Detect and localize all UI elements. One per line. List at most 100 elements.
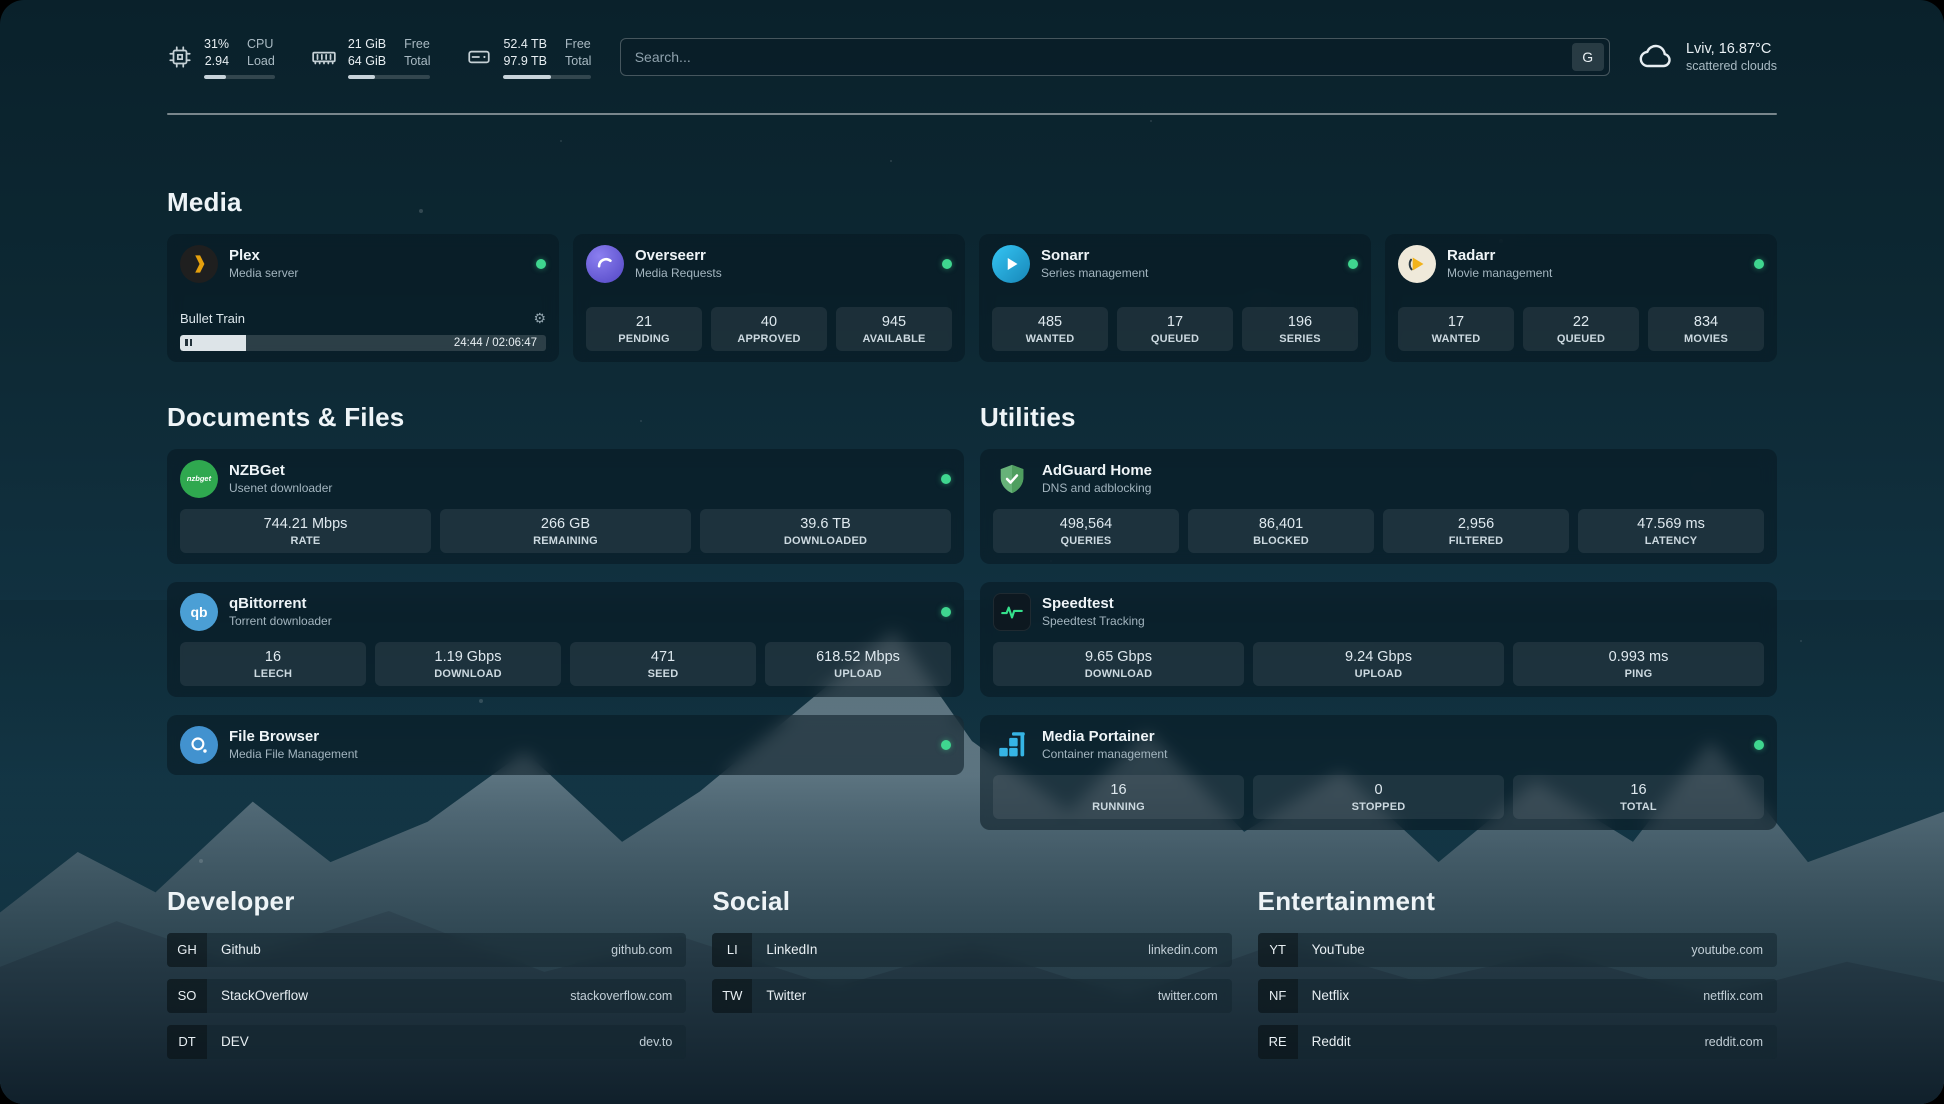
service-name: AdGuard Home: [1042, 462, 1764, 479]
memory-icon: [311, 44, 337, 70]
stat-box: 17QUEUED: [1117, 307, 1233, 351]
cpu-usage-label: CPU: [247, 36, 275, 52]
stat-label: DOWNLOAD: [379, 668, 557, 680]
filebrowser-card[interactable]: File Browser Media File Management: [167, 715, 964, 775]
status-dot: [1348, 259, 1358, 269]
overseerr-card[interactable]: Overseerr Media Requests 21PENDING 40APP…: [573, 234, 965, 362]
stat-label: APPROVED: [715, 333, 823, 345]
stat-box: 744.21 MbpsRATE: [180, 509, 431, 553]
bookmark-dev[interactable]: DT DEV dev.to: [167, 1025, 686, 1059]
service-name: NZBGet: [229, 462, 930, 479]
bookmark-abbr: SO: [167, 979, 207, 1013]
bookmark-netflix[interactable]: NF Netflix netflix.com: [1258, 979, 1777, 1013]
bookmark-stackoverflow[interactable]: SO StackOverflow stackoverflow.com: [167, 979, 686, 1013]
stat-box: 196SERIES: [1242, 307, 1358, 351]
header-divider: [167, 113, 1777, 115]
stat-value: 0.993 ms: [1517, 649, 1760, 665]
stat-label: UPLOAD: [769, 668, 947, 680]
stat-box: 266 GBREMAINING: [440, 509, 691, 553]
stat-label: TOTAL: [1517, 801, 1760, 813]
bookmark-reddit[interactable]: RE Reddit reddit.com: [1258, 1025, 1777, 1059]
stat-value: 21: [590, 314, 698, 330]
stat-value: 0: [1257, 782, 1500, 798]
weather-location: Lviv, 16.87°C: [1686, 41, 1777, 57]
media-section-title: Media: [167, 187, 1777, 218]
stat-label: BLOCKED: [1192, 535, 1370, 547]
bookmark-abbr: LI: [712, 933, 752, 967]
sonarr-card[interactable]: Sonarr Series management 485WANTED 17QUE…: [979, 234, 1371, 362]
bookmark-twitter[interactable]: TW Twitter twitter.com: [712, 979, 1231, 1013]
stats-row: 16LEECH 1.19 GbpsDOWNLOAD 471SEED 618.52…: [180, 642, 951, 686]
adguard-card[interactable]: AdGuard Home DNS and adblocking 498,564Q…: [980, 449, 1777, 564]
stat-value: 196: [1246, 314, 1354, 330]
qbittorrent-card[interactable]: qb qBittorrent Torrent downloader 16LEEC…: [167, 582, 964, 697]
bookmark-url: dev.to: [639, 1035, 686, 1049]
bookmark-name: YouTube: [1298, 942, 1692, 957]
weather-widget: Lviv, 16.87°C scattered clouds: [1638, 39, 1777, 75]
stat-label: PING: [1517, 668, 1760, 680]
stat-value: 1.19 Gbps: [379, 649, 557, 665]
stat-value: 9.24 Gbps: [1257, 649, 1500, 665]
portainer-card[interactable]: Media Portainer Container management 16R…: [980, 715, 1777, 830]
stat-value: 17: [1402, 314, 1510, 330]
memory-widget: 21 GiB Free 64 GiB Total: [311, 36, 431, 79]
radarr-card[interactable]: Radarr Movie management 17WANTED 22QUEUE…: [1385, 234, 1777, 362]
cpu-readout: 31% CPU 2.94 Load: [204, 36, 275, 79]
bookmark-linkedin[interactable]: LI LinkedIn linkedin.com: [712, 933, 1231, 967]
speedtest-card[interactable]: Speedtest Speedtest Tracking 9.65 GbpsDO…: [980, 582, 1777, 697]
filebrowser-icon: [180, 726, 218, 764]
stat-box: 2,956FILTERED: [1383, 509, 1569, 553]
service-name: Sonarr: [1041, 247, 1337, 264]
plex-icon: [180, 245, 218, 283]
bookmark-github[interactable]: GH Github github.com: [167, 933, 686, 967]
memory-progress-fill: [348, 75, 375, 79]
stat-box: 40APPROVED: [711, 307, 827, 351]
qbittorrent-icon: qb: [180, 593, 218, 631]
stat-label: DOWNLOADED: [704, 535, 947, 547]
service-description: Speedtest Tracking: [1042, 614, 1764, 628]
utilities-column: Utilities AdGuard Home DNS and adblockin…: [980, 402, 1777, 830]
social-section-title: Social: [712, 886, 1231, 917]
status-dot: [1754, 740, 1764, 750]
pause-icon[interactable]: [185, 339, 188, 346]
plex-card[interactable]: Plex Media server Bullet Train ⚙: [167, 234, 559, 362]
stat-label: RATE: [184, 535, 427, 547]
stats-row: 16RUNNING 0STOPPED 16TOTAL: [993, 775, 1764, 819]
stat-label: QUERIES: [997, 535, 1175, 547]
snow-particles: [0, 0, 2, 2]
memory-total-value: 64 GiB: [348, 53, 386, 69]
stat-label: UPLOAD: [1257, 668, 1500, 680]
stat-box: 39.6 TBDOWNLOADED: [700, 509, 951, 553]
nzbget-card[interactable]: nzbget NZBGet Usenet downloader 744.21 M…: [167, 449, 964, 564]
disk-free-label: Free: [565, 36, 591, 52]
stats-row: 485WANTED 17QUEUED 196SERIES: [992, 307, 1358, 351]
stat-value: 17: [1121, 314, 1229, 330]
resource-widgets: 31% CPU 2.94 Load 21 GiB: [167, 36, 591, 79]
stat-box: 86,401BLOCKED: [1188, 509, 1374, 553]
stats-row: 21PENDING 40APPROVED 945AVAILABLE: [586, 307, 952, 351]
radarr-icon: [1398, 245, 1436, 283]
stat-label: FILTERED: [1387, 535, 1565, 547]
stat-value: 16: [997, 782, 1240, 798]
bookmark-youtube[interactable]: YT YouTube youtube.com: [1258, 933, 1777, 967]
service-name: Media Portainer: [1042, 728, 1743, 745]
stat-value: 22: [1527, 314, 1635, 330]
status-dot: [1754, 259, 1764, 269]
stat-value: 498,564: [997, 516, 1175, 532]
cpu-widget: 31% CPU 2.94 Load: [167, 36, 275, 79]
search-bar[interactable]: G: [620, 38, 1610, 76]
search-provider-button[interactable]: G: [1572, 43, 1604, 71]
stat-box: 22QUEUED: [1523, 307, 1639, 351]
stat-value: 471: [574, 649, 752, 665]
disk-progress-fill: [503, 75, 551, 79]
gear-icon[interactable]: ⚙: [533, 310, 546, 327]
stat-box: 9.65 GbpsDOWNLOAD: [993, 642, 1244, 686]
stat-label: RUNNING: [997, 801, 1240, 813]
bookmark-abbr: RE: [1258, 1025, 1298, 1059]
search-input[interactable]: [635, 49, 1572, 65]
documents-column: Documents & Files nzbget NZBGet Usenet d…: [167, 402, 964, 830]
stat-value: 9.65 Gbps: [997, 649, 1240, 665]
stat-label: LEECH: [184, 668, 362, 680]
stat-value: 834: [1652, 314, 1760, 330]
service-description: Usenet downloader: [229, 481, 930, 495]
